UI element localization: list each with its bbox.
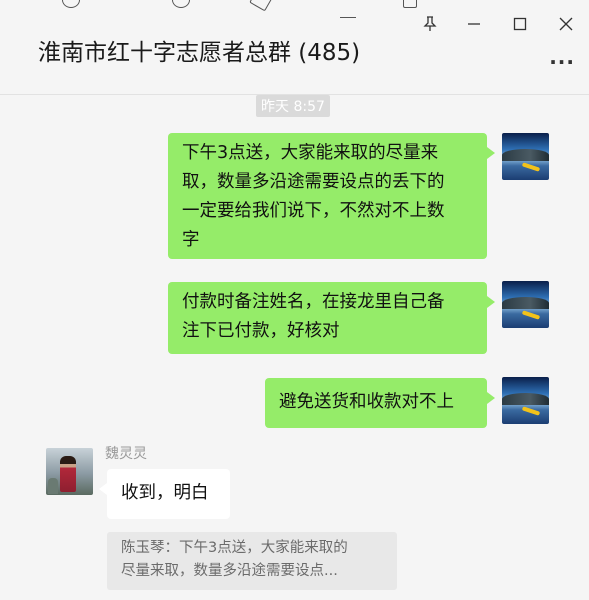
close-icon[interactable]	[554, 12, 578, 36]
sender-name: 魏灵灵	[105, 446, 147, 462]
avatar-figure	[48, 478, 58, 494]
avatar-boat	[521, 406, 541, 416]
message-bubble[interactable]: 避免送货和收款对不上	[265, 378, 495, 428]
chat-window: 淮南市红十字志愿者总群 (485) ··· 昨天 8:57 下午3点送，大家能来…	[0, 0, 589, 600]
quote-line: 尽量来取，数量多沿途需要设点...	[121, 563, 338, 579]
toolbar-partial-icon	[172, 0, 190, 8]
maximize-icon	[513, 17, 527, 31]
avatar-hill	[502, 149, 549, 161]
avatar[interactable]	[502, 377, 549, 424]
avatar-boat	[521, 310, 541, 320]
avatar-boat	[521, 162, 541, 172]
avatar[interactable]	[46, 448, 93, 495]
minimize-icon	[468, 23, 480, 25]
avatar-hill	[502, 393, 549, 405]
message-line: 一定要给我们说下，不然对不上数	[182, 201, 445, 221]
avatar[interactable]	[502, 133, 549, 180]
message-line: 付款时备注姓名，在接龙里自己备	[182, 292, 445, 312]
more-icon[interactable]: ···	[549, 50, 575, 74]
toolbar-partial-icon	[62, 0, 80, 8]
close-icon	[559, 17, 573, 31]
message-list[interactable]: 昨天 8:57 下午3点送，大家能来取的尽量来 取，数量多沿途需要设点的丢下的 …	[0, 95, 589, 600]
chat-title: 淮南市红十字志愿者总群 (485)	[38, 40, 361, 66]
toolbar-partial-icon	[249, 0, 273, 12]
minimize-icon[interactable]	[462, 12, 486, 36]
toolbar-partial-icon	[403, 0, 417, 8]
message-bubble[interactable]: 付款时备注姓名，在接龙里自己备 注下已付款，好核对	[168, 282, 495, 354]
pin-icon	[423, 16, 437, 31]
avatar-figure	[60, 456, 76, 492]
avatar-hill	[502, 297, 549, 309]
avatar[interactable]	[502, 281, 549, 328]
message-line: 注下已付款，好核对	[182, 321, 340, 341]
message-line: 收到，明白	[121, 483, 209, 503]
message-bubble[interactable]: 下午3点送，大家能来取的尽量来 取，数量多沿途需要设点的丢下的 一定要给我们说下…	[168, 133, 495, 259]
message-line: 避免送货和收款对不上	[279, 392, 454, 412]
quote-line: 陈玉琴：下午3点送，大家能来取的	[121, 540, 348, 556]
message-bubble[interactable]: 收到，明白	[99, 469, 230, 519]
message-line: 取，数量多沿途需要设点的丢下的	[182, 172, 445, 192]
maximize-icon[interactable]	[508, 12, 532, 36]
timestamp: 昨天 8:57	[256, 95, 330, 117]
message-line: 字	[182, 230, 200, 250]
quoted-message[interactable]: 陈玉琴：下午3点送，大家能来取的 尽量来取，数量多沿途需要设点...	[107, 532, 397, 590]
chat-header: 淮南市红十字志愿者总群 (485) ···	[0, 0, 589, 95]
toolbar-partial-icon	[340, 2, 356, 18]
pin-icon[interactable]	[418, 12, 442, 36]
message-line: 下午3点送，大家能来取的尽量来	[182, 143, 439, 163]
